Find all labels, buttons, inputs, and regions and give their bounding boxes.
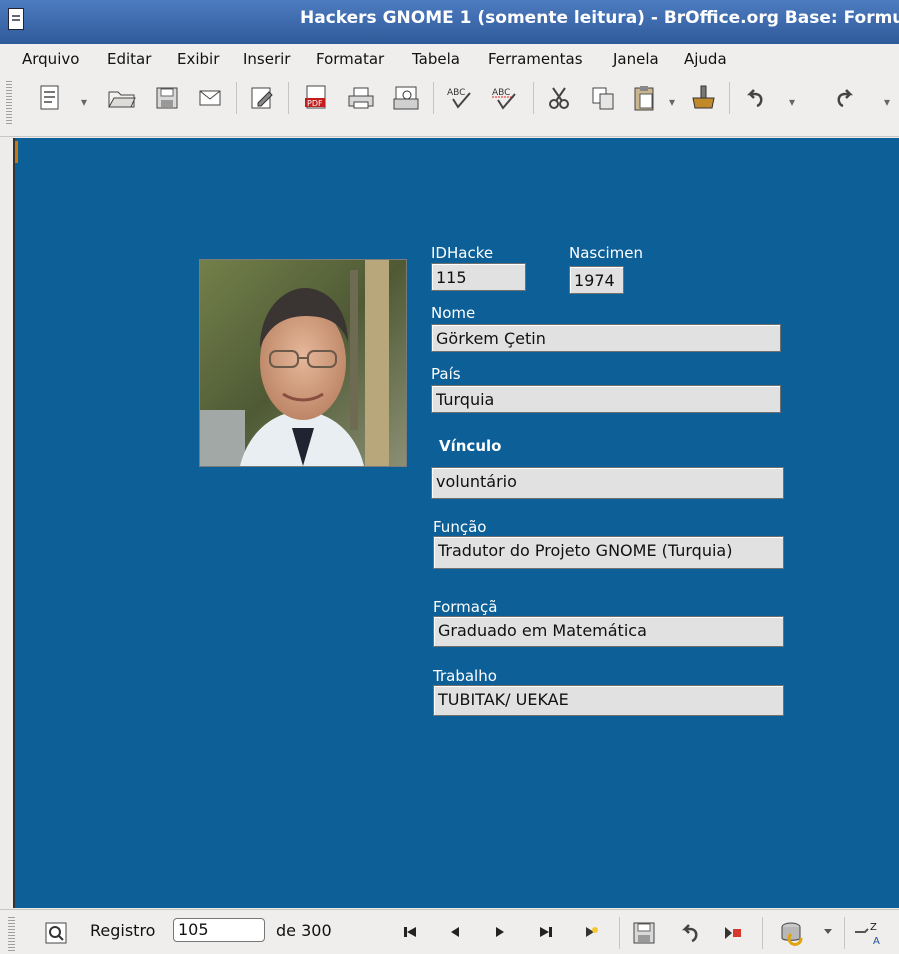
id-label: IDHacke bbox=[431, 244, 494, 262]
toolbar-separator bbox=[844, 917, 845, 949]
undo-record-icon[interactable] bbox=[674, 917, 706, 949]
chevron-down-icon[interactable]: ▾ bbox=[787, 95, 797, 109]
document-icon bbox=[8, 8, 24, 30]
delete-record-icon[interactable] bbox=[717, 917, 749, 949]
redo-icon[interactable] bbox=[828, 81, 862, 115]
record-label: Registro bbox=[90, 921, 156, 940]
hacker-photo bbox=[199, 259, 407, 467]
save-icon[interactable] bbox=[150, 81, 184, 115]
menu-ferramentas[interactable]: Ferramentas bbox=[488, 50, 583, 68]
text-cursor bbox=[15, 141, 18, 163]
toolbar-separator bbox=[762, 917, 763, 949]
name-label: Nome bbox=[431, 304, 476, 322]
menu-tabela[interactable]: Tabela bbox=[412, 50, 460, 68]
find-record-icon[interactable] bbox=[40, 917, 72, 949]
autospellcheck-icon[interactable]: ABC bbox=[488, 81, 522, 115]
id-field[interactable]: 115 bbox=[431, 263, 526, 291]
window-titlebar: Hackers GNOME 1 (somente leitura) - BrOf… bbox=[0, 0, 899, 44]
svg-text:PDF: PDF bbox=[307, 99, 323, 108]
education-label: Formaçã bbox=[433, 598, 498, 616]
chevron-down-icon[interactable]: ▾ bbox=[79, 95, 89, 109]
refresh-icon[interactable] bbox=[776, 917, 808, 949]
open-folder-icon[interactable] bbox=[105, 81, 139, 115]
chevron-down-icon[interactable] bbox=[818, 922, 838, 942]
link-label: Vínculo bbox=[439, 437, 502, 455]
first-record-icon[interactable] bbox=[400, 922, 420, 942]
record-number-input[interactable]: 105 bbox=[173, 918, 265, 942]
toolbar-separator bbox=[729, 82, 730, 114]
previous-record-icon[interactable] bbox=[445, 922, 465, 942]
chevron-down-icon[interactable]: ▾ bbox=[882, 95, 892, 109]
menu-formatar[interactable]: Formatar bbox=[316, 50, 384, 68]
standard-toolbar: ▾ PDF ABC ABC ▾ ▾ ▾ bbox=[0, 74, 899, 137]
toolbar-separator bbox=[236, 82, 237, 114]
window-title: Hackers GNOME 1 (somente leitura) - BrOf… bbox=[300, 8, 899, 28]
toolbar-separator bbox=[433, 82, 434, 114]
save-record-icon[interactable] bbox=[628, 917, 660, 949]
export-pdf-icon[interactable]: PDF bbox=[300, 81, 334, 115]
print-icon[interactable] bbox=[344, 81, 378, 115]
copy-icon[interactable] bbox=[586, 81, 620, 115]
new-document-icon[interactable] bbox=[34, 81, 68, 115]
education-field[interactable]: Graduado em Matemática bbox=[433, 616, 784, 647]
menu-inserir[interactable]: Inserir bbox=[243, 50, 290, 68]
svg-text:ABC: ABC bbox=[447, 88, 465, 98]
next-record-icon[interactable] bbox=[490, 922, 510, 942]
paste-icon[interactable] bbox=[627, 81, 661, 115]
last-record-icon[interactable] bbox=[536, 922, 556, 942]
country-label: País bbox=[431, 365, 461, 383]
menu-ajuda[interactable]: Ajuda bbox=[684, 50, 727, 68]
menu-bar: Arquivo Editar Exibir Inserir Formatar T… bbox=[0, 44, 899, 74]
menu-arquivo[interactable]: Arquivo bbox=[22, 50, 79, 68]
spellcheck-icon[interactable]: ABC bbox=[443, 81, 477, 115]
edit-document-icon[interactable] bbox=[245, 81, 279, 115]
role-field[interactable]: Tradutor do Projeto GNOME (Turquia) bbox=[433, 536, 784, 569]
toolbar-grip[interactable] bbox=[6, 81, 12, 125]
menu-janela[interactable]: Janela bbox=[613, 50, 659, 68]
birth-label: Nascimen bbox=[569, 244, 643, 262]
new-record-icon[interactable] bbox=[581, 922, 601, 942]
link-field[interactable]: voluntário bbox=[431, 467, 784, 499]
toolbar-separator bbox=[533, 82, 534, 114]
clone-formatting-icon[interactable] bbox=[686, 81, 720, 115]
toolbar-separator bbox=[619, 917, 620, 949]
svg-text:A: A bbox=[873, 936, 880, 946]
undo-icon[interactable] bbox=[738, 81, 772, 115]
toolbar-separator bbox=[288, 82, 289, 114]
work-field[interactable]: TUBITAK/ UEKAE bbox=[433, 685, 784, 716]
country-field[interactable]: Turquia bbox=[431, 385, 781, 413]
name-field[interactable]: Görkem Çetin bbox=[431, 324, 781, 352]
form-navigation-bar: Registro 105 de 300 ZA bbox=[0, 909, 899, 954]
work-label: Trabalho bbox=[433, 667, 497, 685]
menu-exibir[interactable]: Exibir bbox=[177, 50, 219, 68]
record-total-label: de 300 bbox=[276, 921, 332, 940]
role-label: Função bbox=[433, 518, 487, 536]
sort-icon[interactable]: ZA bbox=[852, 917, 884, 949]
chevron-down-icon[interactable]: ▾ bbox=[667, 95, 677, 109]
cut-icon[interactable] bbox=[542, 81, 576, 115]
menu-editar[interactable]: Editar bbox=[107, 50, 151, 68]
print-preview-icon[interactable] bbox=[389, 81, 423, 115]
svg-text:Z: Z bbox=[870, 922, 877, 933]
birth-field[interactable]: 1974 bbox=[569, 266, 624, 294]
email-icon[interactable] bbox=[193, 81, 227, 115]
toolbar-grip[interactable] bbox=[8, 917, 15, 951]
